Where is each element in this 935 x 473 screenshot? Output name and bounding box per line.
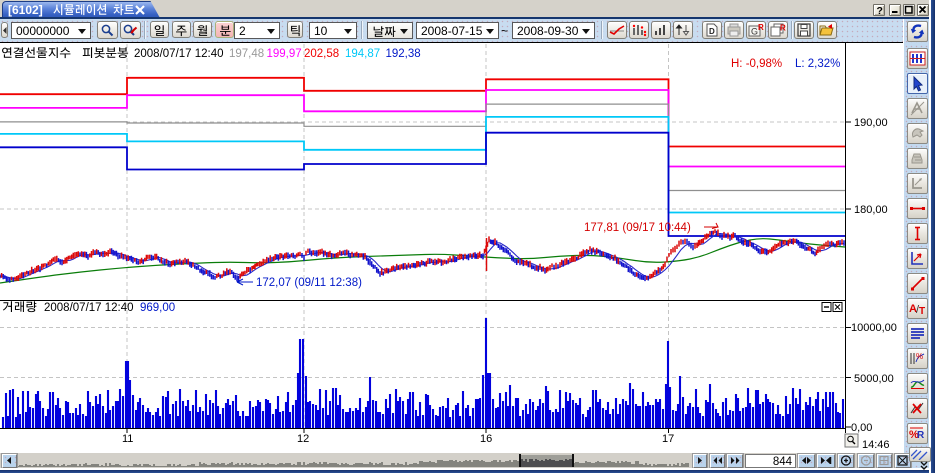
svg-text:?: ? [877, 5, 883, 16]
svg-text:0,00: 0,00 [851, 422, 872, 434]
svg-text:L: 2,32%: L: 2,32% [795, 58, 840, 70]
svg-text:R: R [758, 23, 764, 32]
svg-text:5000,00: 5000,00 [854, 373, 894, 385]
svg-text:197,48: 197,48 [229, 48, 264, 60]
svg-text:12: 12 [297, 433, 309, 445]
svg-text:16: 16 [480, 433, 492, 445]
svg-text:R: R [780, 24, 786, 33]
svg-text:969,00: 969,00 [140, 302, 175, 314]
svg-text:14:46: 14:46 [862, 439, 890, 451]
svg-text:[6102]: [6102] [8, 3, 43, 17]
svg-text:T: T [919, 306, 925, 317]
svg-text:G: G [751, 27, 758, 37]
svg-text:177,81 (09/17 10:44): 177,81 (09/17 10:44) [584, 222, 691, 234]
svg-text:190,00: 190,00 [854, 117, 888, 129]
svg-text:R: R [917, 430, 925, 441]
svg-text:199,97: 199,97 [267, 48, 302, 60]
svg-text:D: D [709, 27, 715, 36]
svg-text:180,00: 180,00 [854, 204, 888, 216]
svg-text:194,87: 194,87 [345, 48, 380, 60]
svg-text:10000,00: 10000,00 [851, 322, 897, 334]
svg-text:17: 17 [662, 433, 674, 445]
svg-text:11: 11 [122, 433, 133, 445]
svg-text:192,38: 192,38 [386, 48, 421, 60]
svg-text:2008/07/17 12:40: 2008/07/17 12:40 [134, 48, 224, 60]
svg-text:172,07 (09/11 12:38): 172,07 (09/11 12:38) [256, 277, 362, 289]
svg-text:%: % [916, 352, 923, 361]
svg-text:202,58: 202,58 [304, 48, 339, 60]
svg-text:2008/07/17 12:40: 2008/07/17 12:40 [44, 302, 134, 314]
svg-text:H: -0,98%: H: -0,98% [731, 58, 782, 70]
